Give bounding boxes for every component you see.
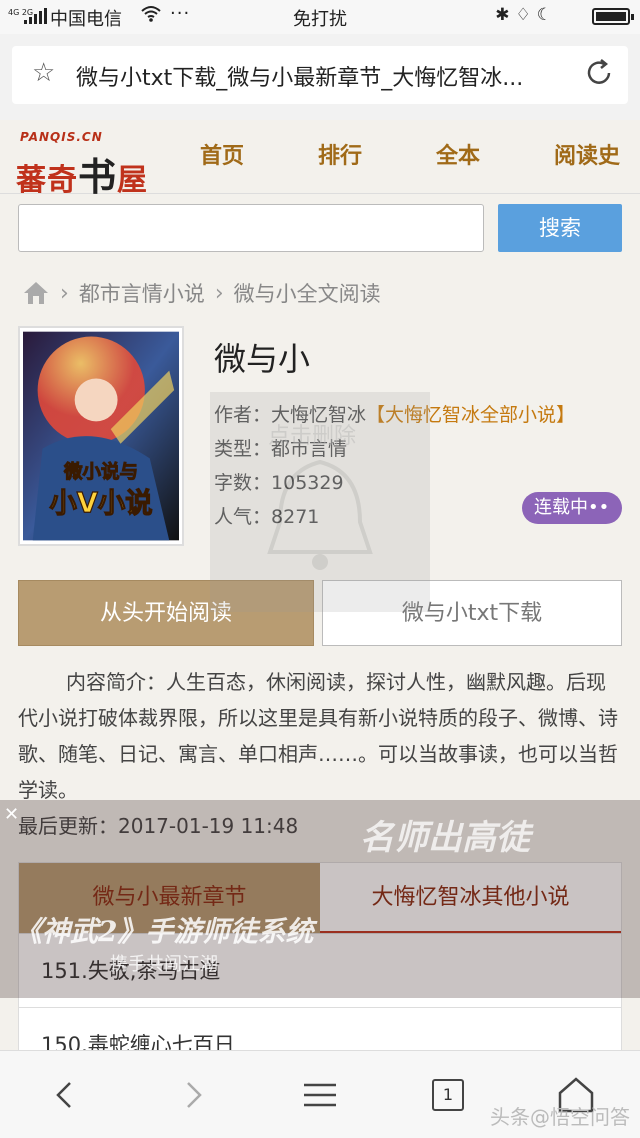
back-icon[interactable] — [46, 1075, 86, 1115]
chevron-right-icon: › — [60, 280, 69, 306]
main-nav: 首页 排行 全本 阅读史 — [190, 138, 630, 170]
nav-completed[interactable]: 全本 — [426, 138, 490, 170]
battery-icon — [592, 8, 634, 25]
browser-address-bar: ☆ 微与小txt下载_微与小最新章节_大悔忆智冰... — [0, 34, 640, 120]
search-bar: 搜索 — [0, 194, 640, 260]
page-title[interactable]: 微与小txt下载_微与小最新章节_大悔忆智冰... — [76, 60, 576, 92]
close-icon[interactable]: ✕ — [4, 804, 19, 825]
reload-icon[interactable] — [582, 56, 616, 90]
breadcrumb-category[interactable]: 都市言情小说 — [79, 278, 205, 308]
bell-icon — [210, 392, 430, 612]
logo-text: 蕃奇书屋 — [16, 154, 149, 199]
nav-history[interactable]: 阅读史 — [544, 138, 630, 170]
book-intro: 内容简介：人生百态，休闲阅读，探讨人性，幽默风趣。后现代小说打破体裁界限，所以这… — [18, 670, 618, 802]
star-icon[interactable]: ☆ — [32, 58, 55, 88]
search-button[interactable]: 搜索 — [498, 204, 622, 252]
breadcrumb-current[interactable]: 微与小全文阅读 — [234, 278, 381, 308]
ad-brand: 名师出高徒 — [360, 818, 530, 858]
site-header: PANQIS.CN 蕃奇书屋 首页 排行 全本 阅读史 — [0, 120, 640, 199]
menu-icon[interactable] — [300, 1075, 340, 1115]
tabs-button[interactable]: 1 — [432, 1079, 464, 1111]
ad-subtitle: 携手共闯江湖 — [110, 954, 218, 975]
url-field[interactable]: ☆ 微与小txt下载_微与小最新章节_大悔忆智冰... — [12, 46, 628, 104]
moon-icon: ☾ — [536, 5, 558, 25]
svg-text:微小说与: 微小说与 — [63, 461, 138, 483]
ad-banner[interactable]: ✕ 名师出高徒 《神武2》手游师徒系统 携手共闯江湖 — [0, 800, 640, 998]
status-icons: ✱♢☾ — [495, 5, 558, 25]
nav-home[interactable]: 首页 — [190, 138, 254, 170]
bluetooth-icon: ✱ — [495, 5, 516, 25]
browser-toolbar: 1 头条@悟空问答 — [0, 1050, 640, 1138]
book-cover[interactable]: 微小说与 小V小说 — [18, 326, 184, 546]
status-bar: 4G 2G 中国电信 ··· 免打扰 ✱♢☾ — [0, 0, 640, 34]
breadcrumb: › 都市言情小说 › 微与小全文阅读 — [22, 278, 381, 308]
ad-title: 《神武2》手游师徒系统 — [14, 915, 314, 948]
watermark: 头条@悟空问答 — [490, 1105, 630, 1129]
home-icon[interactable] — [22, 280, 50, 306]
chevron-right-icon: › — [214, 280, 224, 306]
search-input[interactable] — [18, 204, 484, 252]
svg-text:小V小说: 小V小说 — [49, 488, 152, 519]
cover-image: 微小说与 小V小说 — [23, 331, 179, 541]
nav-ranking[interactable]: 排行 — [308, 138, 372, 170]
forward-icon[interactable] — [172, 1075, 212, 1115]
bell-off-icon: ♢ — [515, 5, 537, 25]
site-logo[interactable]: PANQIS.CN 蕃奇书屋 — [16, 128, 176, 199]
logo-domain: PANQIS.CN — [20, 130, 103, 144]
status-badge: 连载中•• — [522, 492, 622, 524]
book-title: 微与小 — [214, 340, 311, 378]
